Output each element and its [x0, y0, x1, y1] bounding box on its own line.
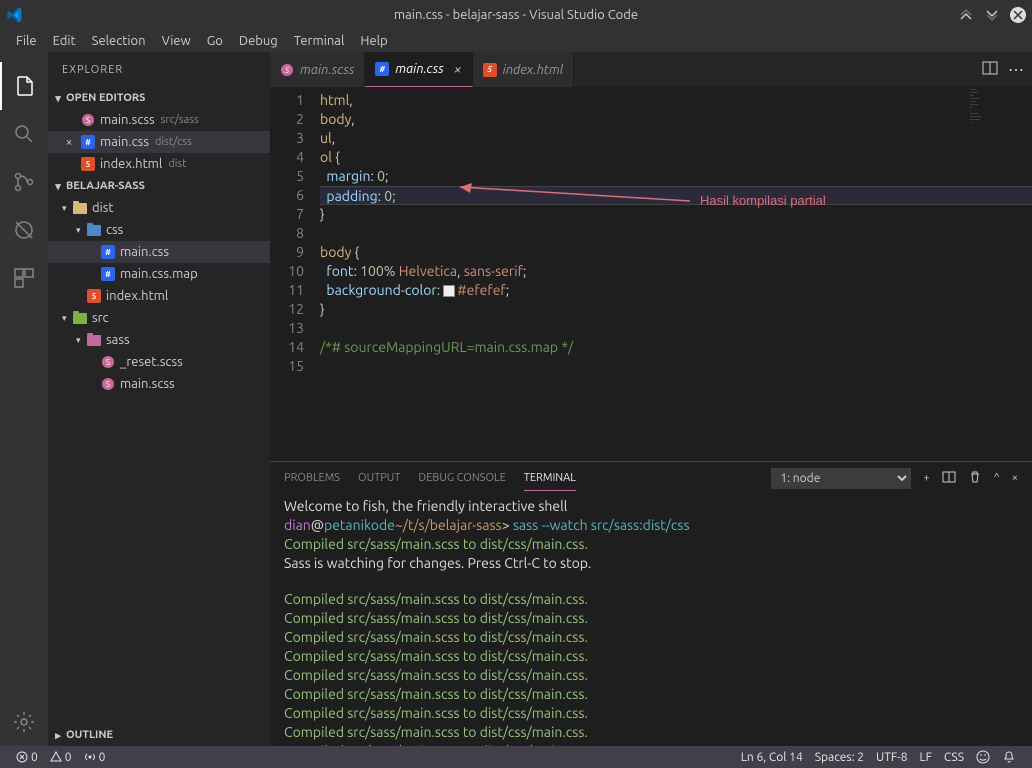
bottom-panel: PROBLEMS OUTPUT DEBUG CONSOLE TERMINAL 1: no… — [270, 461, 1032, 746]
open-editors-header[interactable]: ▾OPEN EDITORS — [48, 87, 270, 109]
minimap[interactable]: ▬▬▬▬▬▬▬▬▬▬▬▬▬▬▬▬▬▬▬▬▬▬▬▬▬▬▬▬▬▬▬▬▬▬▬▬▬▬ — [970, 89, 1030, 169]
split-terminal-icon[interactable] — [942, 470, 956, 487]
split-editor-icon[interactable] — [982, 60, 998, 80]
scss-icon: S — [100, 354, 116, 370]
folder-item[interactable]: ▾src — [48, 307, 270, 329]
menu-bar: FileEditSelectionViewGoDebugTerminalHelp — [0, 30, 1032, 52]
status-bell-icon[interactable] — [996, 750, 1022, 764]
source-control-icon[interactable] — [0, 158, 48, 206]
status-eol[interactable]: LF — [914, 750, 938, 764]
close-icon[interactable]: × — [454, 61, 462, 77]
explorer-icon[interactable] — [0, 62, 48, 110]
editor-tab[interactable]: Smain.scss — [270, 52, 365, 87]
panel-tab-debug-console[interactable]: DEBUG CONSOLE — [418, 466, 505, 490]
project-header[interactable]: ▾BELAJAR-SASS — [48, 175, 270, 197]
folder-icon — [72, 310, 88, 326]
chevron-down-icon: ▾ — [52, 180, 64, 193]
file-item[interactable]: 5index.html — [48, 285, 270, 307]
svg-text:S: S — [106, 380, 110, 389]
status-warnings[interactable]: 0 — [44, 751, 78, 764]
file-item[interactable]: Smain.scss — [48, 373, 270, 395]
menu-file[interactable]: File — [8, 32, 45, 50]
menu-go[interactable]: Go — [199, 32, 231, 50]
svg-text:S: S — [86, 116, 90, 125]
trash-icon[interactable] — [968, 470, 982, 487]
more-icon[interactable]: ⋯ — [1008, 60, 1024, 79]
close-panel-icon[interactable]: × — [1012, 472, 1018, 484]
minimize-button[interactable] — [958, 7, 974, 23]
new-terminal-icon[interactable]: + — [923, 472, 929, 484]
folder-icon — [86, 222, 102, 238]
html-icon: 5 — [80, 156, 96, 172]
code-editor[interactable]: 123456789101112131415 html,body,ul,ol { … — [270, 87, 1032, 461]
file-item[interactable]: #main.css — [48, 241, 270, 263]
sidebar-title: EXPLORER — [48, 52, 270, 87]
status-spaces[interactable]: Spaces: 2 — [809, 750, 870, 764]
panel-tab-terminal[interactable]: TERMINAL — [524, 466, 576, 491]
open-editor-item[interactable]: 5index.htmldist — [48, 153, 270, 175]
folder-icon — [72, 200, 88, 216]
file-item[interactable]: S_reset.scss — [48, 351, 270, 373]
status-lang[interactable]: CSS — [938, 750, 970, 764]
chevron-icon: ▾ — [76, 225, 86, 236]
sidebar: EXPLORER ▾OPEN EDITORS Smain.scsssrc/sas… — [48, 52, 270, 746]
panel-tab-problems[interactable]: PROBLEMS — [284, 466, 340, 490]
css-icon: # — [100, 266, 116, 282]
css-icon: # — [80, 134, 96, 150]
editor-area: Smain.scss#main.css×5index.html ⋯ 1234567… — [270, 52, 1032, 746]
status-bar: 0 0 0 Ln 6, Col 14 Spaces: 2 UTF-8 LF CS… — [0, 746, 1032, 768]
chevron-icon: ▾ — [62, 313, 72, 324]
outline-header[interactable]: ▸OUTLINE — [48, 724, 270, 746]
search-icon[interactable] — [0, 110, 48, 158]
status-encoding[interactable]: UTF-8 — [870, 750, 913, 764]
terminal-selector[interactable]: 1: node — [771, 468, 911, 489]
terminal-output[interactable]: Welcome to fish, the friendly interactiv… — [270, 494, 1032, 746]
debug-icon[interactable] — [0, 206, 48, 254]
folder-item[interactable]: ▾dist — [48, 197, 270, 219]
extensions-icon[interactable] — [0, 254, 48, 302]
chevron-down-icon: ▾ — [52, 92, 64, 105]
folder-item[interactable]: ▾css — [48, 219, 270, 241]
css-icon: # — [375, 62, 389, 76]
chevron-icon: ▾ — [62, 203, 72, 214]
scss-icon: S — [80, 112, 96, 128]
folder-icon — [86, 332, 102, 348]
menu-selection[interactable]: Selection — [84, 32, 154, 50]
status-position[interactable]: Ln 6, Col 14 — [735, 750, 809, 764]
chevron-right-icon: ▸ — [52, 729, 64, 742]
maximize-panel-icon[interactable]: ^ — [994, 472, 1000, 484]
chevron-icon: ▾ — [76, 335, 86, 346]
css-icon: # — [100, 244, 116, 260]
html-icon: 5 — [483, 63, 497, 77]
html-icon: 5 — [86, 288, 102, 304]
open-editor-item[interactable]: Smain.scsssrc/sass — [48, 109, 270, 131]
menu-debug[interactable]: Debug — [231, 32, 286, 50]
close-icon[interactable]: × — [62, 136, 76, 149]
menu-help[interactable]: Help — [352, 32, 395, 50]
scss-icon: S — [280, 63, 294, 77]
activity-bar — [0, 52, 48, 746]
maximize-button[interactable] — [984, 7, 1000, 23]
panel-tab-output[interactable]: OUTPUT — [358, 466, 400, 490]
svg-text:S: S — [106, 358, 110, 367]
settings-icon[interactable] — [0, 698, 48, 746]
status-live[interactable]: 0 — [78, 751, 112, 764]
menu-view[interactable]: View — [154, 32, 199, 50]
menu-terminal[interactable]: Terminal — [286, 32, 353, 50]
editor-tabs: Smain.scss#main.css×5index.html ⋯ — [270, 52, 1032, 87]
menu-edit[interactable]: Edit — [45, 32, 84, 50]
folder-item[interactable]: ▾sass — [48, 329, 270, 351]
window-title: main.css - belajar-sass - Visual Studio … — [394, 8, 638, 22]
status-errors[interactable]: 0 — [10, 751, 44, 764]
title-bar: main.css - belajar-sass - Visual Studio … — [0, 0, 1032, 30]
vscode-icon — [6, 7, 22, 23]
file-item[interactable]: #main.css.map — [48, 263, 270, 285]
open-editor-item[interactable]: ×#main.cssdist/css — [48, 131, 270, 153]
status-feedback-icon[interactable] — [970, 750, 996, 764]
scss-icon: S — [100, 376, 116, 392]
close-button[interactable] — [1010, 7, 1026, 23]
editor-tab[interactable]: #main.css× — [365, 52, 472, 87]
editor-tab[interactable]: 5index.html — [473, 52, 575, 87]
